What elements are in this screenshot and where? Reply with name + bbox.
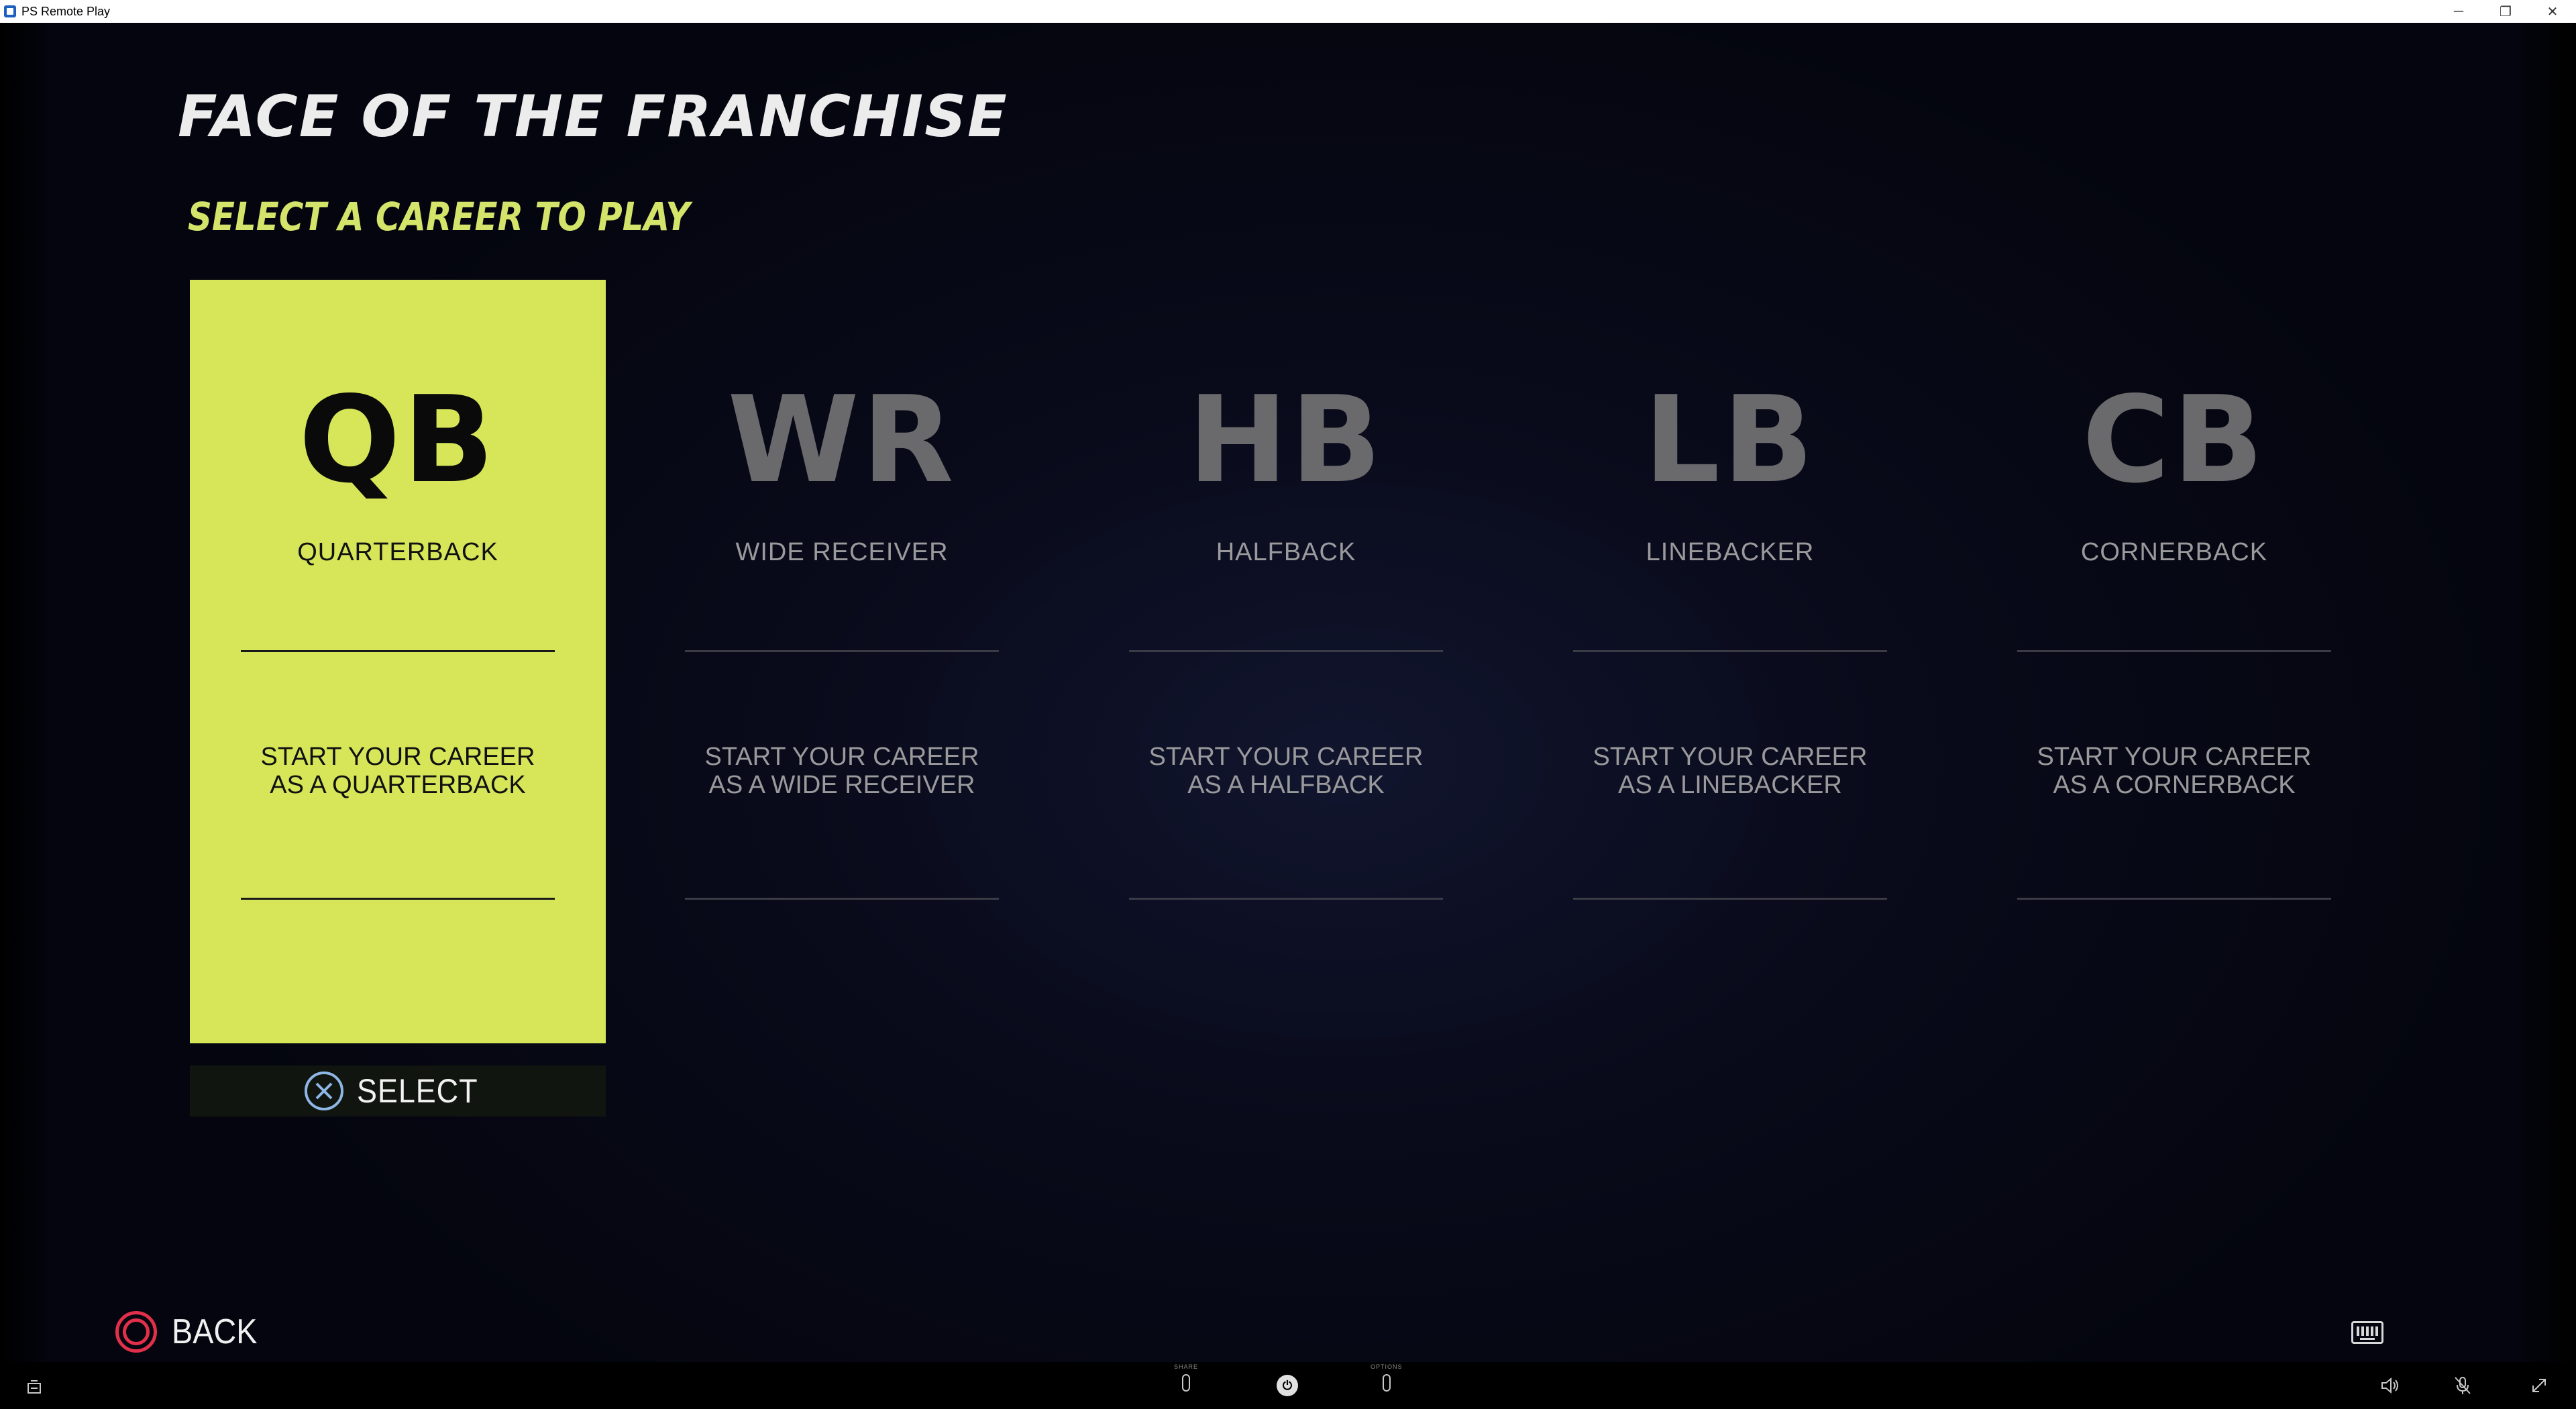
remote-play-control-bar: SHARE ⏻ OPTIONS [0, 1362, 2576, 1409]
career-name: QUARTERBACK [297, 538, 498, 566]
career-card-quarterback[interactable]: QB QUARTERBACK START YOUR CAREER AS A QU… [190, 280, 606, 1043]
select-prompt[interactable]: SELECT [190, 1065, 606, 1116]
career-abbreviation: QB [299, 370, 497, 509]
window-controls: ─ ❐ ✕ [2435, 0, 2576, 23]
fullscreen-icon[interactable] [2528, 1374, 2551, 1397]
career-name: LINEBACKER [1646, 538, 1815, 566]
divider [241, 650, 555, 652]
mic-muted-icon[interactable] [2451, 1374, 2474, 1397]
restore-button[interactable]: ❐ [2482, 0, 2529, 23]
career-name: CORNERBACK [2080, 538, 2268, 566]
career-description: START YOUR CAREER AS A QUARTERBACK [260, 743, 535, 799]
close-button[interactable]: ✕ [2529, 0, 2576, 23]
career-cards: QB QUARTERBACK START YOUR CAREER AS A QU… [0, 23, 2576, 1362]
divider [1129, 650, 1443, 652]
options-button[interactable]: OPTIONS [1371, 1363, 1403, 1392]
career-abbreviation: CB [2082, 370, 2267, 509]
divider [1573, 650, 1887, 652]
career-description: START YOUR CAREER AS A CORNERBACK [2037, 743, 2312, 799]
window-titlebar: PS Remote Play ─ ❐ ✕ [0, 0, 2576, 23]
cross-button-icon [304, 1072, 343, 1110]
keyboard-icon[interactable] [2351, 1321, 2383, 1344]
share-button[interactable]: SHARE [1174, 1363, 1198, 1392]
career-card-cornerback[interactable]: CB CORNERBACK START YOUR CAREER AS A COR… [1966, 280, 2382, 1043]
career-description: START YOUR CAREER AS A HALFBACK [1148, 743, 1424, 799]
volume-icon[interactable] [2379, 1374, 2402, 1397]
divider [241, 898, 555, 900]
career-abbreviation: HB [1187, 370, 1385, 509]
controller-icon[interactable] [23, 1375, 46, 1398]
career-abbreviation: WR [727, 370, 957, 509]
circle-button-icon [115, 1311, 157, 1353]
options-label: OPTIONS [1371, 1363, 1403, 1370]
window-title: PS Remote Play [21, 4, 111, 18]
share-button-icon [1182, 1374, 1190, 1392]
divider [685, 650, 999, 652]
minimize-button[interactable]: ─ [2435, 0, 2482, 23]
career-name: HALFBACK [1216, 538, 1356, 566]
select-label: SELECT [356, 1072, 478, 1110]
game-stream: FACE OF THE FRANCHISE SELECT A CAREER TO… [0, 23, 2576, 1362]
back-label: BACK [172, 1312, 258, 1351]
career-card-wide-receiver[interactable]: WR WIDE RECEIVER START YOUR CAREER AS A … [634, 280, 1050, 1043]
options-button-icon [1382, 1374, 1391, 1392]
ps-remote-play-app-icon [4, 5, 16, 17]
share-label: SHARE [1174, 1363, 1199, 1370]
career-description: START YOUR CAREER AS A WIDE RECEIVER [704, 743, 979, 799]
career-card-halfback[interactable]: HB HALFBACK START YOUR CAREER AS A HALFB… [1078, 280, 1494, 1043]
divider [685, 898, 999, 900]
career-abbreviation: LB [1644, 370, 1817, 509]
divider [2017, 898, 2331, 900]
divider [1129, 898, 1443, 900]
back-prompt[interactable]: BACK [115, 1310, 267, 1353]
divider [1573, 898, 1887, 900]
ps-button-icon: ⏻ [1277, 1375, 1298, 1396]
career-name: WIDE RECEIVER [735, 538, 949, 566]
career-description: START YOUR CAREER AS A LINEBACKER [1593, 743, 1868, 799]
ps-button[interactable]: ⏻ [1277, 1375, 1298, 1396]
career-card-linebacker[interactable]: LB LINEBACKER START YOUR CAREER AS A LIN… [1522, 280, 1938, 1043]
divider [2017, 650, 2331, 652]
